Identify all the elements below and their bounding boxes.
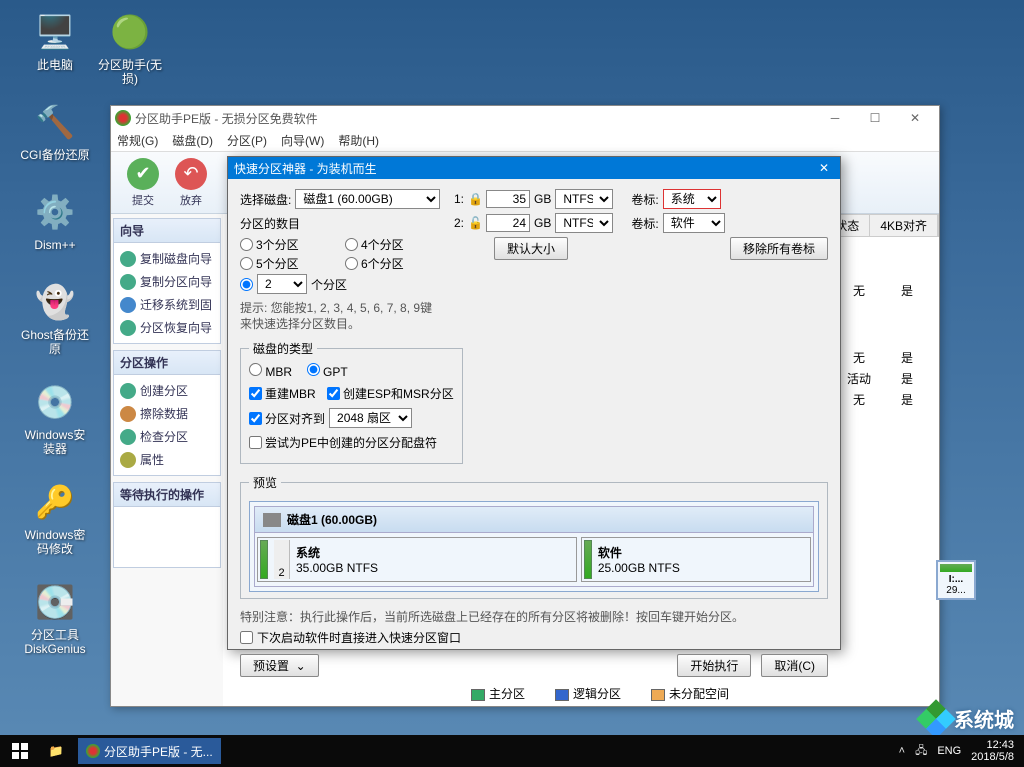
menu-disk[interactable]: 磁盘(D) — [172, 132, 213, 149]
create-esp-check[interactable]: 创建ESP和MSR分区 — [327, 385, 454, 402]
taskbar-explorer-icon[interactable]: 📁 — [40, 744, 72, 758]
tray-clock[interactable]: 12:432018/5/8 — [971, 739, 1014, 763]
menu-help[interactable]: 帮助(H) — [338, 132, 379, 149]
wizard-copy-disk[interactable]: 复制磁盘向导 — [116, 247, 218, 270]
tray-lang[interactable]: ENG — [937, 745, 961, 757]
desktop-icon-partition-assist[interactable]: 🟢分区助手(无损) — [95, 10, 165, 86]
panel-wizard: 向导 复制磁盘向导 复制分区向导 迁移系统到固 分区恢复向导 — [113, 218, 221, 344]
next-time-check[interactable]: 下次启动软件时直接进入快速分区窗口 — [240, 629, 828, 646]
op-props[interactable]: 属性 — [116, 448, 218, 471]
menu-partition[interactable]: 分区(P) — [227, 132, 267, 149]
desktop-icon-diskgenius[interactable]: 💽分区工具DiskGenius — [20, 580, 90, 656]
preview-part-1[interactable]: 2 系统35.00GB NTFS — [257, 537, 577, 582]
taskbar-app-icon — [86, 744, 100, 758]
preset-button[interactable]: 预设置 ⌄ — [240, 654, 319, 677]
type-gpt[interactable]: GPT — [307, 363, 348, 379]
align-select[interactable]: 2048 扇区 — [329, 408, 412, 428]
minimize-button[interactable]: ─ — [815, 107, 855, 129]
fs-select-1[interactable]: NTFS — [555, 189, 613, 209]
count-6[interactable]: 6个分区 — [345, 255, 440, 272]
dialog-title: 快速分区神器 - 为装机而生 — [234, 160, 377, 177]
desktop-icon-this-pc[interactable]: 🖥️此电脑 — [20, 10, 90, 72]
system-tray: ˄ 🖧 ENG 12:432018/5/8 — [899, 739, 1024, 763]
desktop-icon-cgi[interactable]: 🔨CGI备份还原 — [20, 100, 90, 162]
grid-header: 状态 4KB对齐 — [824, 214, 939, 237]
menubar: 常规(G) 磁盘(D) 分区(P) 向导(W) 帮助(H) — [111, 130, 939, 152]
preview-fieldset: 预览 磁盘1 (60.00GB) 2 系统35.00GB NTFS 软件25.0… — [240, 474, 828, 599]
lock-icon[interactable]: 🔒 — [468, 192, 482, 206]
default-size-button[interactable]: 默认大小 — [494, 237, 568, 260]
preview-disk-header: 磁盘1 (60.00GB) — [254, 506, 814, 533]
count-5[interactable]: 5个分区 — [240, 255, 335, 272]
wizard-migrate-os[interactable]: 迁移系统到固 — [116, 293, 218, 316]
legend-strip: 主分区 逻辑分区 未分配空间 — [471, 685, 729, 702]
panel-wizard-title: 向导 — [114, 219, 220, 243]
warning-text: 特别注意：执行此操作后，当前所选磁盘上已经存在的所有分区将被删除！按回车键开始分… — [240, 609, 828, 625]
taskbar: 📁 分区助手PE版 - 无... ˄ 🖧 ENG 12:432018/5/8 — [0, 735, 1024, 767]
count-custom[interactable]: 2 个分区 — [240, 274, 440, 294]
start-button[interactable] — [0, 735, 40, 767]
toolbar-commit[interactable]: ✔提交 — [119, 158, 167, 208]
select-disk-dropdown[interactable]: 磁盘1 (60.00GB) — [295, 189, 440, 209]
op-check[interactable]: 检查分区 — [116, 425, 218, 448]
panel-ops: 分区操作 创建分区 擦除数据 检查分区 属性 — [113, 350, 221, 476]
partition-row-1: 1: 🔒 GB NTFS 卷标: 系统 — [454, 189, 828, 209]
wizard-copy-partition[interactable]: 复制分区向导 — [116, 270, 218, 293]
unlock-icon[interactable]: 🔓 — [468, 216, 482, 230]
vol-select-1[interactable]: 系统 — [663, 189, 721, 209]
panel-pending-title: 等待执行的操作 — [114, 483, 220, 507]
taskbar-app-button[interactable]: 分区助手PE版 - 无... — [78, 738, 221, 764]
op-create[interactable]: 创建分区 — [116, 379, 218, 402]
op-wipe[interactable]: 擦除数据 — [116, 402, 218, 425]
watermark-logo-icon — [916, 699, 956, 739]
size-input-1[interactable] — [486, 190, 530, 208]
desktop-icon-win-pwd[interactable]: 🔑Windows密码修改 — [20, 480, 90, 556]
close-button[interactable]: ✕ — [895, 107, 935, 129]
cancel-button[interactable]: 取消(C) — [761, 654, 828, 677]
desktop-icon-dism[interactable]: ⚙️Dism++ — [20, 190, 90, 252]
partition-row-2: 2: 🔓 GB NTFS 卷标: 软件 — [454, 213, 828, 233]
hint-text: 提示: 您能按1, 2, 3, 4, 5, 6, 7, 8, 9键来快速选择分区… — [240, 300, 440, 332]
panel-pending: 等待执行的操作 — [113, 482, 221, 568]
count-custom-select[interactable]: 2 — [257, 274, 307, 294]
rebuild-mbr-check[interactable]: 重建MBR — [249, 385, 316, 402]
preview-part-2[interactable]: 软件25.00GB NTFS — [581, 537, 811, 582]
watermark: 系统城 — [922, 704, 1014, 733]
app-icon — [115, 110, 131, 126]
maximize-button[interactable]: ☐ — [855, 107, 895, 129]
desktop-icon-win-install[interactable]: 💿Windows安装器 — [20, 380, 90, 456]
menu-general[interactable]: 常规(G) — [117, 132, 158, 149]
align-check[interactable]: 分区对齐到 — [249, 410, 325, 427]
count-3[interactable]: 3个分区 — [240, 236, 335, 253]
remove-labels-button[interactable]: 移除所有卷标 — [730, 237, 828, 260]
dialog-titlebar[interactable]: 快速分区神器 - 为装机而生 ✕ — [228, 157, 840, 179]
left-column: 向导 复制磁盘向导 复制分区向导 迁移系统到固 分区恢复向导 分区操作 创建分区… — [111, 214, 223, 706]
try-pe-check[interactable]: 尝试为PE中创建的分区分配盘符 — [249, 434, 437, 451]
titlebar[interactable]: 分区助手PE版 - 无损分区免费软件 ─ ☐ ✕ — [111, 106, 939, 130]
wizard-recover[interactable]: 分区恢复向导 — [116, 316, 218, 339]
quick-partition-dialog: 快速分区神器 - 为装机而生 ✕ 选择磁盘: 磁盘1 (60.00GB) 分区的… — [227, 156, 841, 650]
partition-count-label: 分区的数目 — [240, 215, 440, 232]
menu-wizard[interactable]: 向导(W) — [281, 132, 324, 149]
count-4[interactable]: 4个分区 — [345, 236, 440, 253]
grid-rows: 无是 无是 活动是 无是 — [835, 282, 931, 412]
panel-ops-title: 分区操作 — [114, 351, 220, 375]
tray-up-icon[interactable]: ˄ — [899, 745, 905, 757]
size-input-2[interactable] — [486, 214, 530, 232]
fs-select-2[interactable]: NTFS — [555, 213, 613, 233]
vol-select-2[interactable]: 软件 — [663, 213, 725, 233]
partition-thumb[interactable]: I:... 29... — [936, 560, 976, 600]
disk-icon — [263, 513, 281, 527]
window-title: 分区助手PE版 - 无损分区免费软件 — [135, 110, 318, 127]
select-disk-label: 选择磁盘: — [240, 191, 291, 208]
tray-network-icon[interactable]: 🖧 — [915, 742, 927, 761]
dialog-close-button[interactable]: ✕ — [814, 161, 834, 175]
type-mbr[interactable]: MBR — [249, 363, 292, 379]
disk-type-group: 磁盘的类型 MBR GPT 重建MBR 创建ESP和MSR分区 分区对齐到 2 — [240, 340, 463, 464]
toolbar-discard[interactable]: ↶放弃 — [167, 158, 215, 208]
desktop-icon-ghost[interactable]: 👻Ghost备份还原 — [20, 280, 90, 356]
start-button[interactable]: 开始执行 — [677, 654, 751, 677]
